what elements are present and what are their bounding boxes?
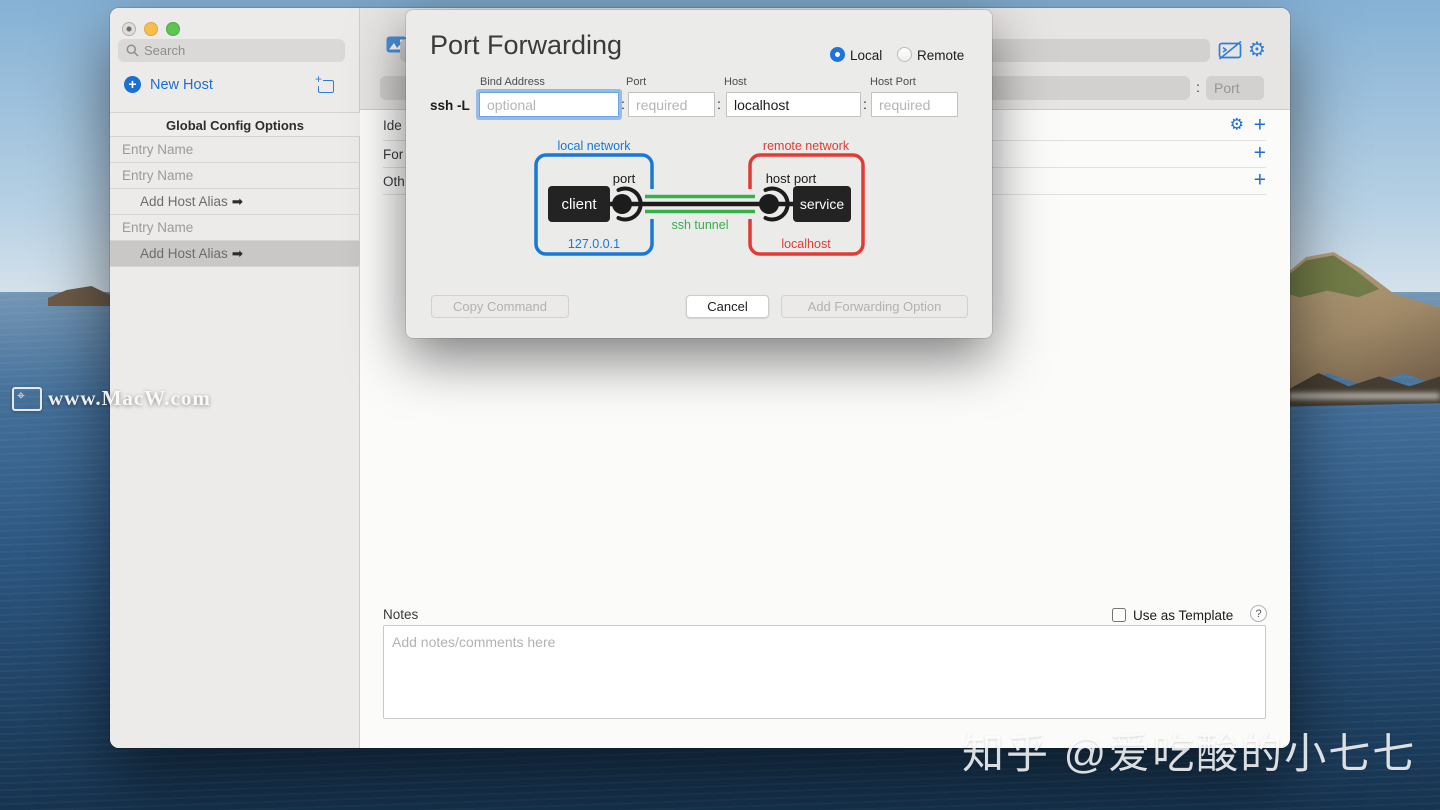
port-forwarding-diagram: local network remote network port host p… <box>528 135 872 257</box>
sidebar-item-add-host-alias-1[interactable]: Add Host Alias ➡ <box>110 189 360 215</box>
sidebar-list-header: Global Config Options <box>110 112 360 137</box>
port-input[interactable] <box>628 92 715 117</box>
local-network-label: local network <box>558 139 632 153</box>
row-label: Oth <box>383 174 405 189</box>
host-port-label-diagram: host port <box>766 171 817 186</box>
sidebar-item-entry-3[interactable]: Entry Name <box>110 215 360 241</box>
local-ip-label: 127.0.0.1 <box>568 237 620 251</box>
port-forwarding-dialog: Port Forwarding Local Remote Bind Addres… <box>406 10 992 338</box>
cancel-button[interactable]: Cancel <box>686 295 769 318</box>
entry-label: Entry Name <box>122 220 193 235</box>
dialog-title: Port Forwarding <box>430 30 622 61</box>
service-port-dot <box>759 194 779 214</box>
macw-watermark: www.MacW.com <box>12 386 211 411</box>
remote-network-label: remote network <box>763 139 850 153</box>
cliff-surf <box>1288 393 1440 399</box>
zhihu-watermark: 知乎 @爱吃酸的小七七 <box>962 720 1416 781</box>
right-cliff <box>1288 252 1440 420</box>
radio-local[interactable] <box>830 47 845 62</box>
service-label: service <box>800 196 845 212</box>
new-host-button[interactable]: + New Host <box>124 76 213 93</box>
macw-watermark-text: www.MacW.com <box>48 386 211 411</box>
client-port-dot <box>612 194 632 214</box>
sidebar-item-entry-2[interactable]: Entry Name <box>110 163 360 189</box>
new-window-icon[interactable] <box>318 80 334 93</box>
plus-circle-icon: + <box>124 76 141 93</box>
host-port-input[interactable] <box>871 92 958 117</box>
radio-local-label: Local <box>850 48 882 63</box>
copy-command-button: Copy Command <box>431 295 569 318</box>
host-port-label: Host Port <box>870 76 916 88</box>
use-as-template-checkbox[interactable] <box>1112 608 1126 622</box>
add-row-icon[interactable]: + <box>1254 143 1266 164</box>
notes-area <box>383 625 1266 719</box>
new-host-label: New Host <box>150 77 213 93</box>
open-terminal-icon[interactable] <box>1218 40 1243 61</box>
colon-separator: : <box>717 96 721 112</box>
alias-label: Add Host Alias <box>140 246 228 261</box>
window-minimize-button[interactable] <box>144 22 158 36</box>
search-icon <box>126 44 139 57</box>
entry-label: Entry Name <box>122 168 193 183</box>
macw-monitor-icon <box>12 387 42 411</box>
remote-host-label: localhost <box>781 237 831 251</box>
search-field <box>118 39 345 62</box>
entry-label: Entry Name <box>122 142 193 157</box>
right-arrow-icon: ➡ <box>232 246 243 261</box>
sidebar-item-entry-1[interactable]: Entry Name <box>110 137 360 163</box>
row-label: For <box>383 147 403 162</box>
sidebar-item-add-host-alias-2[interactable]: Add Host Alias ➡ <box>110 241 360 267</box>
add-row-icon[interactable]: + <box>1254 170 1266 191</box>
client-label: client <box>561 196 597 213</box>
notes-label: Notes <box>383 607 418 622</box>
colon-separator: : <box>621 96 625 112</box>
settings-gear-icon[interactable]: ⚙ <box>1248 37 1266 62</box>
use-as-template-label: Use as Template <box>1133 608 1233 623</box>
radio-remote-label: Remote <box>917 48 964 63</box>
row-label: Ide <box>383 118 402 133</box>
ssh-tunnel-label: ssh tunnel <box>672 218 729 232</box>
right-arrow-icon: ➡ <box>232 194 243 209</box>
window-close-button[interactable] <box>122 22 136 36</box>
bind-address-input[interactable] <box>479 92 619 117</box>
search-input[interactable] <box>144 43 337 58</box>
window-zoom-button[interactable] <box>166 22 180 36</box>
port-label: Port <box>626 76 646 88</box>
toolbar-port-input[interactable] <box>1206 76 1264 100</box>
colon-separator: : <box>863 96 867 112</box>
key-gear-icon[interactable]: ⚙ <box>1230 117 1244 133</box>
add-row-icon[interactable]: + <box>1254 114 1266 135</box>
host-label: Host <box>724 76 747 88</box>
alias-label: Add Host Alias <box>140 194 228 209</box>
port-label-diagram: port <box>613 171 636 186</box>
help-button[interactable]: ? <box>1250 605 1267 622</box>
radio-remote[interactable] <box>897 47 912 62</box>
toolbar-colon: : <box>1196 79 1200 95</box>
toolbar-port-field-wrap <box>1206 76 1264 100</box>
ssh-command-prefix: ssh -L <box>430 98 470 113</box>
host-input[interactable] <box>726 92 861 117</box>
add-forwarding-option-button: Add Forwarding Option <box>781 295 968 318</box>
sidebar: + New Host Global Config Options Entry N… <box>110 8 360 748</box>
bind-address-label: Bind Address <box>480 76 545 88</box>
notes-textarea[interactable] <box>383 625 1266 719</box>
